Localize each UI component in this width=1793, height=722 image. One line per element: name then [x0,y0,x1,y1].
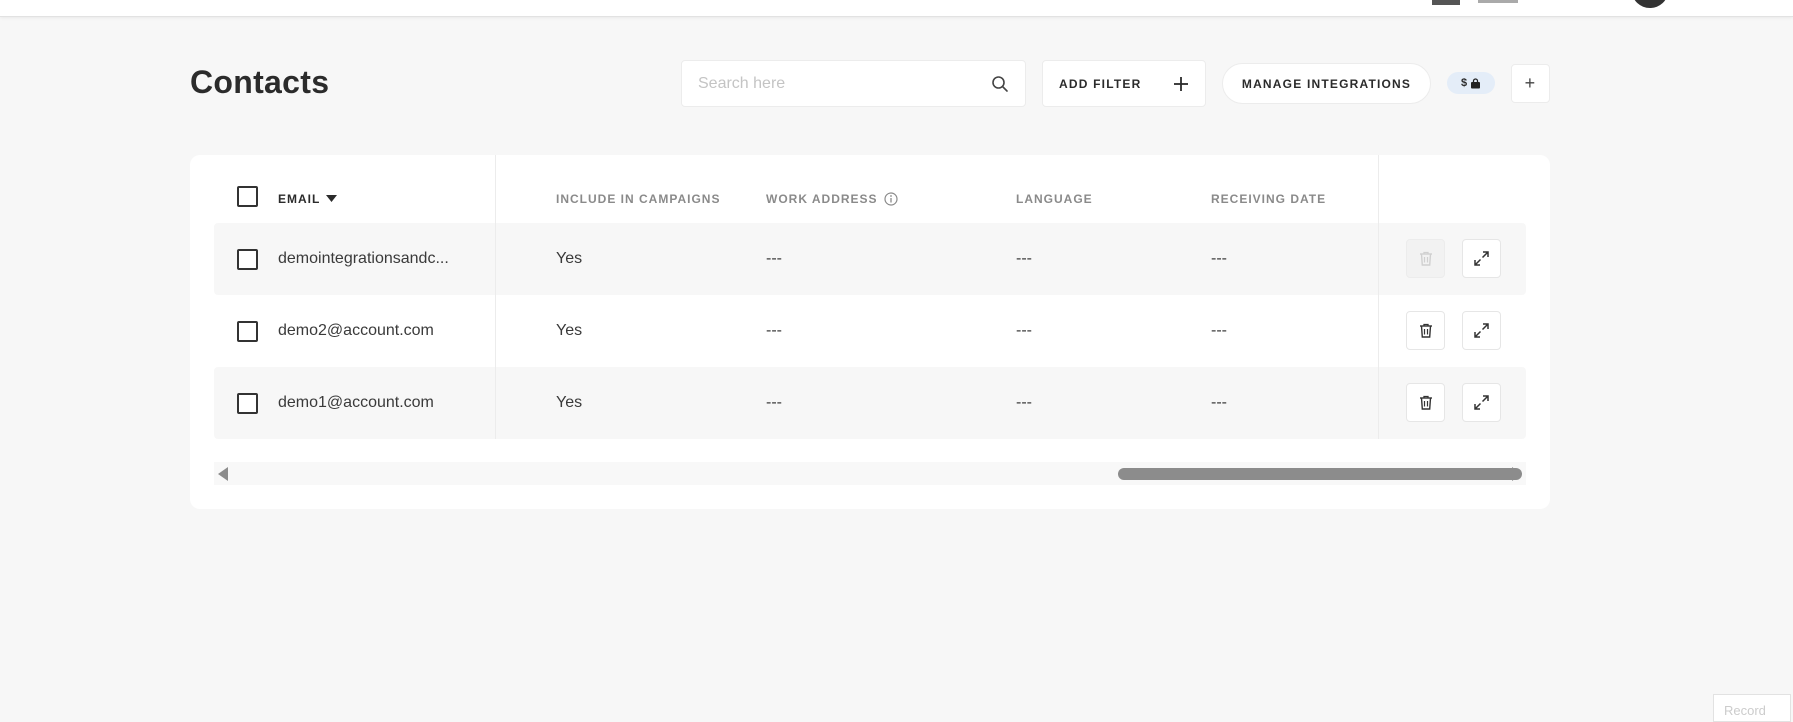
column-header-language[interactable]: LANGUAGE [1016,189,1093,209]
search-icon[interactable] [991,75,1009,93]
column-header-email-label: EMAIL [278,192,321,206]
cell-include-in-campaigns: Yes [556,250,583,267]
cell-work-address: --- [766,322,782,339]
column-divider [495,155,496,439]
expand-row-button[interactable] [1462,311,1501,350]
horizontal-scrollbar[interactable] [214,462,1526,485]
delete-row-button[interactable] [1406,239,1445,278]
cell-include-in-campaigns: Yes [556,322,583,339]
expand-icon [1474,395,1489,410]
delete-row-button[interactable] [1406,383,1445,422]
cell-receiving-date: --- [1211,322,1227,339]
shopping-bag-icon [1471,77,1481,88]
expand-row-button[interactable] [1462,239,1501,278]
search-box[interactable] [681,60,1026,107]
trash-icon [1419,395,1432,410]
select-all-checkbox[interactable] [237,186,258,207]
cell-email[interactable]: demo1@account.com [278,367,434,439]
cell-receiving-date: --- [1211,394,1227,411]
top-app-bar [0,0,1793,17]
info-icon[interactable] [883,192,898,206]
search-input[interactable] [698,74,991,93]
row-checkbox[interactable] [237,249,258,270]
scroll-left-arrow-icon[interactable] [218,467,228,481]
credits-badge[interactable]: $ [1447,72,1495,94]
badge-label: $ [1460,77,1468,89]
cell-email[interactable]: demointegrationsandc... [278,223,449,295]
cell-language: --- [1016,250,1032,267]
scrollbar-thumb[interactable] [1118,468,1522,480]
delete-row-button[interactable] [1406,311,1445,350]
column-header-email[interactable]: EMAIL [278,189,338,209]
cell-email[interactable]: demo2@account.com [278,295,434,367]
column-header-receiving-date[interactable]: RECEIVING DATE [1211,189,1326,209]
expand-icon [1474,323,1489,338]
trash-icon [1419,251,1432,266]
add-filter-button[interactable]: ADD FILTER [1042,60,1206,107]
cell-language: --- [1016,394,1032,411]
column-header-work-address-label: WORK ADDRESS [766,192,878,206]
cell-work-address: --- [766,394,782,411]
cell-work-address: --- [766,250,782,267]
add-filter-label: ADD FILTER [1059,76,1142,91]
trash-icon [1419,323,1432,338]
column-header-work-address[interactable]: WORK ADDRESS [766,189,898,209]
avatar[interactable] [1632,0,1668,8]
page-title: Contacts [190,64,330,100]
row-checkbox[interactable] [237,393,258,414]
expand-row-button[interactable] [1462,383,1501,422]
topbar-element [1432,0,1460,5]
topbar-text-fragment [1478,0,1518,3]
cell-language: --- [1016,322,1032,339]
cell-include-in-campaigns: Yes [556,394,583,411]
cell-receiving-date: --- [1211,250,1227,267]
plus-icon [1174,76,1188,91]
scroll-right-arrow-icon[interactable] [1512,467,1522,481]
expand-icon [1474,251,1489,266]
contacts-table-card: EMAIL INCLUDE IN CAMPAIGNS WORK ADDRESS … [190,155,1550,509]
add-contact-button[interactable]: + [1511,64,1550,103]
column-divider [1378,155,1379,439]
column-header-include-in-campaigns[interactable]: INCLUDE IN CAMPAIGNS [556,189,720,209]
record-widget[interactable]: Record [1713,694,1791,722]
sort-down-icon [326,195,338,202]
row-checkbox[interactable] [237,321,258,342]
manage-integrations-button[interactable]: MANAGE INTEGRATIONS [1222,63,1431,104]
